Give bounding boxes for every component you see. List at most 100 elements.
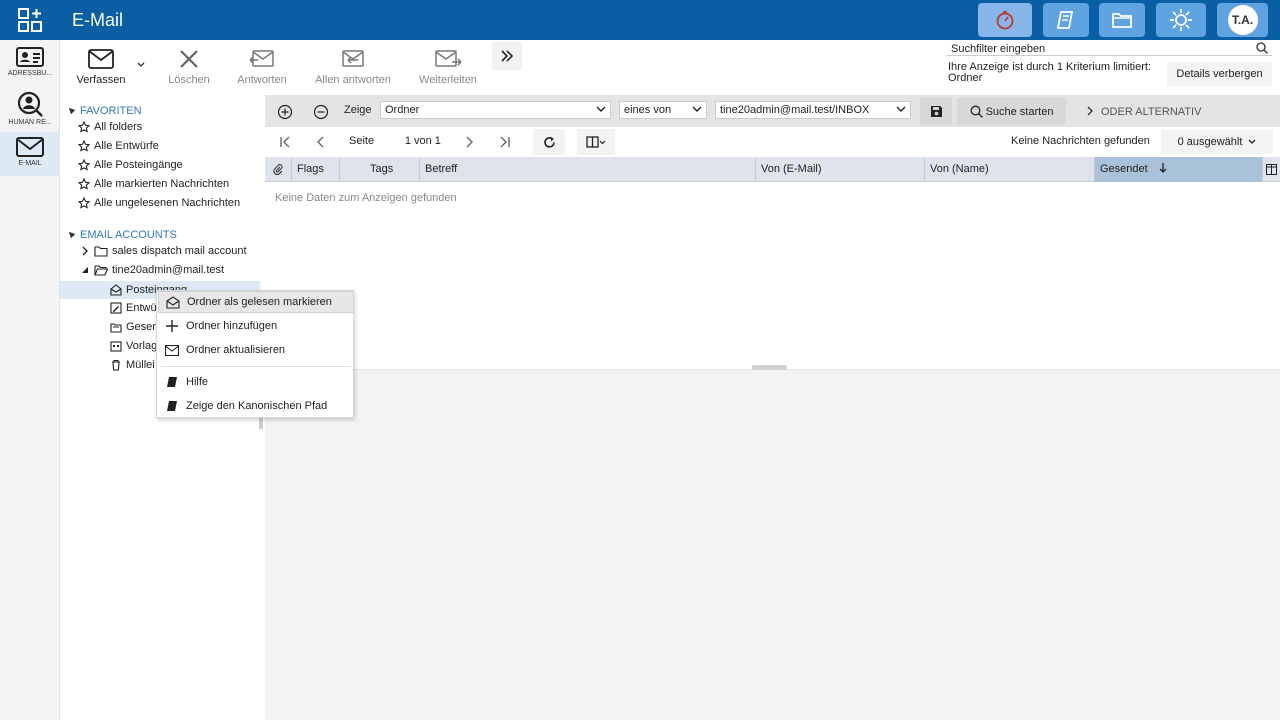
compose-button[interactable]: Verfassen [74,46,128,86]
favorite-all-folders[interactable]: All folders [78,121,142,133]
app-launcher-icon[interactable] [18,8,42,32]
filemanager-button[interactable] [1099,3,1145,37]
menu-item-mark-folder-read[interactable]: Ordner als gelesen markieren [158,291,354,313]
user-avatar-button[interactable]: T.A. [1217,3,1268,37]
folder-icon [1112,13,1132,28]
chevron-right-icon[interactable] [80,246,90,256]
column-attachment[interactable] [265,157,292,182]
folder-templates[interactable]: Vorlag [110,340,157,352]
avatar-initials: T.A. [1227,5,1258,35]
more-actions-button[interactable] [492,42,522,70]
rail-item-addressbook[interactable]: ADRESSBU... [0,42,60,86]
favorite-all-inboxes[interactable]: Alle Posteingänge [78,159,183,171]
folder-drafts[interactable]: Entwü [110,302,157,314]
tree-scrollbar[interactable] [259,417,263,429]
paging-toolbar: Seite 1 von 1 Keine Nachrichten gefunden… [265,127,1280,157]
favorite-all-unread[interactable]: Alle ungelesenen Nachrichten [78,197,240,209]
previous-page-button[interactable] [305,129,337,155]
timer-button[interactable] [978,3,1032,37]
top-bar: E-Mail T.A. [0,0,1280,40]
toolbar: Verfassen Löschen Antworten Allen antwor… [60,40,940,95]
rail-item-human-resources[interactable]: HUMAN RE... [0,87,60,131]
forward-label: Weiterleiten [419,74,477,86]
folder-trash[interactable]: Müllei [110,359,155,371]
or-alternative-button[interactable]: ODER ALTERNATIV [1101,106,1201,118]
favorites-heading[interactable]: FAVORITEN [66,105,142,117]
layout-toggle-button[interactable] [577,129,615,155]
rail-item-email[interactable]: E-MAIL [0,132,60,176]
next-page-button[interactable] [453,129,485,155]
forward-button[interactable]: Weiterleiten [415,46,481,86]
minus-circle-icon [313,104,329,120]
remove-filter-button[interactable] [310,101,332,123]
book-icon [167,377,177,387]
refresh-button[interactable] [533,129,565,155]
column-tags[interactable]: Tags [340,157,420,182]
reply-button[interactable]: Antworten [232,46,292,86]
column-flags[interactable]: Flags [292,157,340,182]
reply-all-icon [342,50,364,67]
compose-label: Verfassen [76,74,126,86]
envelope-icon [88,49,114,69]
chevron-right-icon [466,136,473,148]
first-page-button[interactable] [269,129,301,155]
notes-button[interactable] [1043,3,1089,37]
save-filter-button[interactable] [920,98,952,125]
add-filter-button[interactable] [274,101,296,123]
favorite-all-flagged[interactable]: Alle markierten Nachrichten [78,178,229,190]
column-from-email[interactable]: Von (E-Mail) [756,157,925,182]
last-page-icon [500,136,510,148]
menu-item-refresh-folder[interactable]: Ordner aktualisieren [158,339,354,361]
chevron-down-icon [692,106,702,112]
column-subject[interactable]: Betreff [420,157,756,182]
filter-operator-select[interactable]: eines von [619,101,707,119]
trash-icon [112,359,120,371]
expand-triangle-icon[interactable] [80,265,90,275]
folder-open-icon [94,265,108,276]
chevron-right-icon[interactable] [1086,106,1094,116]
menu-item-help[interactable]: Hilfe [158,371,354,393]
app-title: E-Mail [72,10,124,30]
user-search-icon [17,91,43,117]
delete-label: Löschen [168,74,210,86]
filter-info-text: Ihre Anzeige ist durch 1 Kriterium limit… [948,61,1151,84]
search-input[interactable]: Suchfilter eingeben [947,42,1272,56]
email-accounts-heading[interactable]: EMAIL ACCOUNTS [66,229,177,241]
envelope-icon [16,137,44,157]
menu-item-canonical-path[interactable]: Zeige den Kanonischen Pfad [158,395,354,417]
menu-item-add-folder[interactable]: Ordner hinzufügen [158,315,354,337]
first-page-icon [280,136,290,148]
favorite-all-drafts[interactable]: Alle Entwürfe [78,140,159,152]
account-sales-dispatch[interactable]: sales dispatch mail account [80,245,247,257]
star-icon [78,159,90,171]
reply-all-label: Allen antworten [315,74,391,86]
plus-icon [166,320,178,332]
forward-icon [435,50,462,67]
page-number-input[interactable]: 1 [378,130,414,152]
no-messages-text: Keine Nachrichten gefunden [1011,135,1150,147]
envelope-icon [165,344,179,356]
theme-toggle-button[interactable] [1156,3,1206,37]
reply-all-button[interactable]: Allen antworten [312,46,394,86]
star-icon [78,178,90,190]
column-from-name[interactable]: Von (Name) [925,157,1095,182]
folder-sent[interactable]: Gesen [110,321,158,333]
last-page-button[interactable] [489,129,521,155]
filter-value-select[interactable]: tine20admin@mail.test/INBOX [715,101,911,119]
floppy-disk-icon [930,106,942,117]
search-icon[interactable] [1256,42,1268,54]
page-total: von 1 [414,135,441,147]
folder-context-menu: Ordner als gelesen markieren Ordner hinz… [156,290,354,418]
account-tine20admin[interactable]: tine20admin@mail.test [80,264,224,276]
book-icon [167,401,177,411]
selection-count-button[interactable]: 0 ausgewählt [1161,130,1273,154]
delete-button[interactable]: Löschen [164,46,214,86]
filter-field-select[interactable]: Ordner [380,101,611,119]
split-handle[interactable] [752,365,787,370]
start-search-button[interactable]: Suche starten [957,98,1066,125]
hide-details-button[interactable]: Details verbergen [1167,62,1272,86]
chevron-down-icon[interactable] [137,62,145,68]
layout-columns-icon [586,136,606,148]
column-sent[interactable]: Gesendet [1095,157,1263,182]
column-chooser-button[interactable] [1263,157,1280,182]
